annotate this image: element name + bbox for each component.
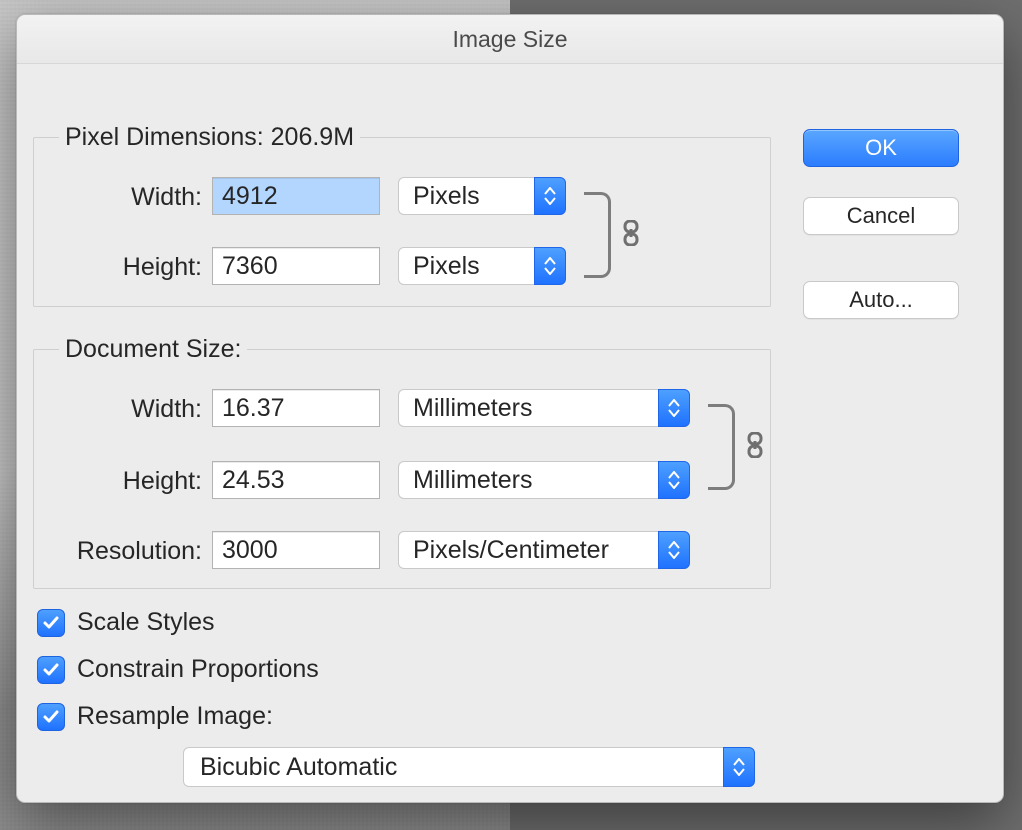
pixel-width-input[interactable] bbox=[212, 177, 380, 215]
doc-height-input[interactable] bbox=[212, 461, 380, 499]
stepper-arrows-icon bbox=[658, 389, 690, 427]
resample-method-value: Bicubic Automatic bbox=[183, 747, 723, 787]
cancel-button[interactable]: Cancel bbox=[803, 197, 959, 235]
image-size-dialog: Image Size Pixel Dimensions: 206.9M Widt… bbox=[16, 14, 1004, 803]
pixel-height-unit-value: Pixels bbox=[398, 247, 534, 285]
pixel-width-unit-value: Pixels bbox=[398, 177, 534, 215]
doc-width-unit-value: Millimeters bbox=[398, 389, 658, 427]
pixel-dimensions-legend-prefix: Pixel Dimensions: bbox=[65, 123, 271, 151]
checkmark-icon bbox=[37, 609, 65, 637]
checkmark-icon bbox=[37, 656, 65, 684]
pixel-dimensions-size: 206.9M bbox=[271, 123, 354, 151]
resample-image-checkbox[interactable]: Resample Image: bbox=[37, 702, 273, 731]
stepper-arrows-icon bbox=[658, 531, 690, 569]
doc-resolution-unit-value: Pixels/Centimeter bbox=[398, 531, 658, 569]
scale-styles-label: Scale Styles bbox=[77, 608, 215, 637]
pixel-dimensions-group: Pixel Dimensions: 206.9M Width: Pixels H… bbox=[33, 123, 771, 307]
dialog-title: Image Size bbox=[17, 15, 1003, 64]
resample-image-label: Resample Image: bbox=[77, 702, 273, 731]
document-size-legend: Document Size: bbox=[59, 335, 247, 364]
constrain-proportions-checkbox[interactable]: Constrain Proportions bbox=[37, 655, 319, 684]
doc-height-unit-value: Millimeters bbox=[398, 461, 658, 499]
link-bracket bbox=[708, 404, 735, 490]
doc-height-unit-select[interactable]: Millimeters bbox=[398, 461, 690, 499]
stepper-arrows-icon bbox=[534, 247, 566, 285]
document-size-group: Document Size: Width: Millimeters Height… bbox=[33, 335, 771, 589]
scale-styles-checkbox[interactable]: Scale Styles bbox=[37, 608, 215, 637]
ok-button[interactable]: OK bbox=[803, 129, 959, 167]
pixel-height-unit-select[interactable]: Pixels bbox=[398, 247, 566, 285]
doc-width-input[interactable] bbox=[212, 389, 380, 427]
resample-method-select[interactable]: Bicubic Automatic bbox=[183, 747, 755, 787]
pixel-height-label: Height: bbox=[34, 253, 202, 282]
link-bracket bbox=[584, 192, 611, 278]
doc-width-unit-select[interactable]: Millimeters bbox=[398, 389, 690, 427]
chain-link-icon bbox=[620, 220, 642, 246]
doc-resolution-input[interactable] bbox=[212, 531, 380, 569]
checkmark-icon bbox=[37, 703, 65, 731]
auto-button[interactable]: Auto... bbox=[803, 281, 959, 319]
stepper-arrows-icon bbox=[534, 177, 566, 215]
doc-resolution-label: Resolution: bbox=[34, 537, 202, 566]
pixel-dimensions-legend: Pixel Dimensions: 206.9M bbox=[59, 123, 360, 152]
pixel-height-input[interactable] bbox=[212, 247, 380, 285]
doc-width-label: Width: bbox=[34, 395, 202, 424]
pixel-width-label: Width: bbox=[34, 183, 202, 212]
stepper-arrows-icon bbox=[723, 747, 755, 787]
pixel-width-unit-select[interactable]: Pixels bbox=[398, 177, 566, 215]
constrain-proportions-label: Constrain Proportions bbox=[77, 655, 319, 684]
doc-resolution-unit-select[interactable]: Pixels/Centimeter bbox=[398, 531, 690, 569]
stepper-arrows-icon bbox=[658, 461, 690, 499]
chain-link-icon bbox=[744, 432, 766, 458]
doc-height-label: Height: bbox=[34, 467, 202, 496]
dialog-content: Pixel Dimensions: 206.9M Width: Pixels H… bbox=[17, 63, 1003, 802]
